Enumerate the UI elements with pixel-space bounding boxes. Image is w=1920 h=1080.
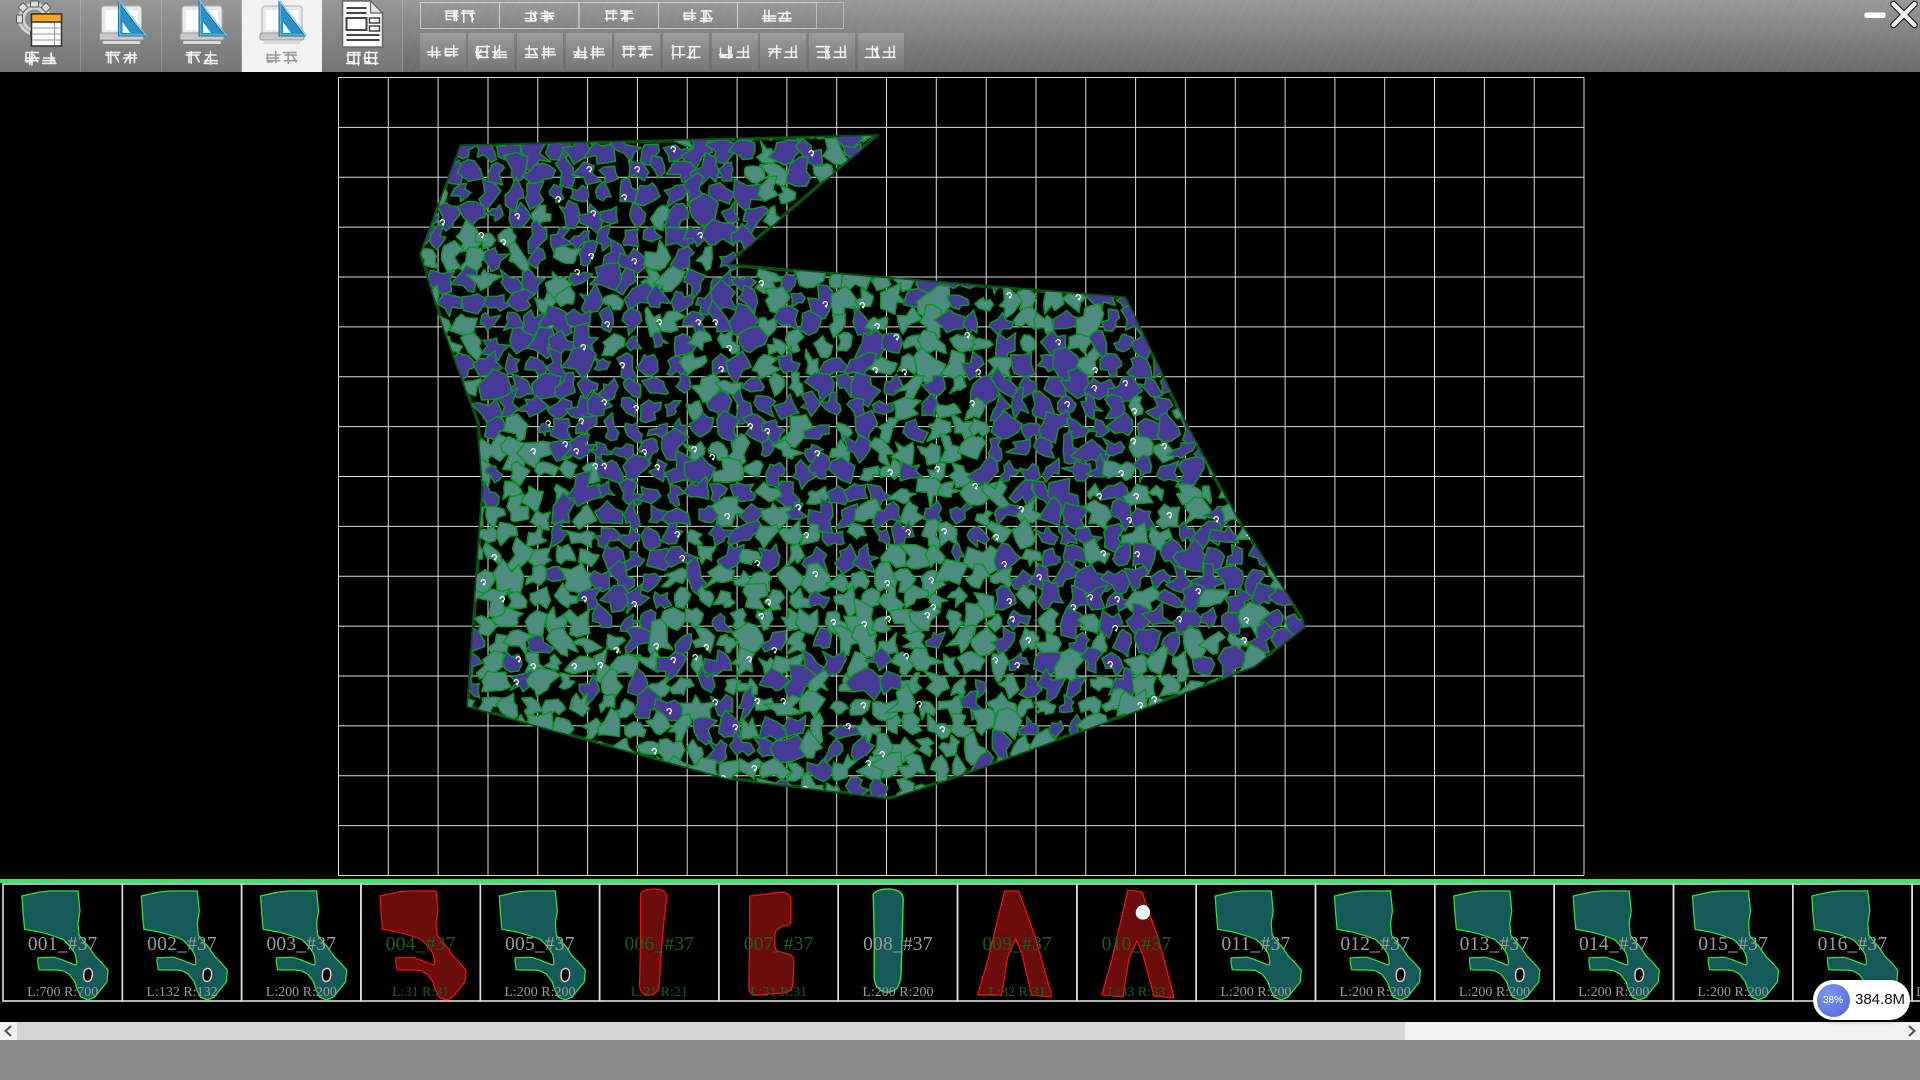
svg-text:013_#37: 013_#37 [1460,934,1530,955]
svg-text:L:200 R:200: L:200 R:200 [1220,985,1291,1000]
svg-text:015_#37: 015_#37 [1698,934,1768,955]
svg-text:010_#37: 010_#37 [1102,934,1172,955]
svg-text:L:200 R:200: L:200 R:200 [1578,985,1649,1000]
svg-text:004_#37: 004_#37 [386,934,456,955]
svg-text:016_#37: 016_#37 [1818,934,1888,955]
svg-text:L:21 R:21: L:21 R:21 [631,985,688,1000]
svg-text:L:200 R:200: L:200 R:200 [862,985,933,1000]
svg-text:L:200 R:200: L:200 R:200 [1698,985,1769,1000]
svg-text:L:31 R:31: L:31 R:31 [392,985,449,1000]
svg-text:012_#37: 012_#37 [1340,934,1410,955]
svg-text:005_#37: 005_#37 [505,934,575,955]
svg-text:008_#37: 008_#37 [863,934,933,955]
svg-text:L:32 R:31: L:32 R:31 [989,985,1046,1000]
svg-text:L:200 R:200: L:200 R:200 [504,985,575,1000]
svg-text:014_#37: 014_#37 [1579,934,1649,955]
svg-text:L:200 R:200: L:200 R:200 [1340,985,1411,1000]
svg-text:L:33 R:33: L:33 R:33 [1108,985,1165,1000]
svg-text:L:200 R:200: L:200 R:200 [1459,985,1530,1000]
svg-text:L: L [1916,985,1920,1000]
svg-text:L:700 R:700: L:700 R:700 [27,985,98,1000]
svg-text:003_#37: 003_#37 [266,934,336,955]
svg-text:002_#37: 002_#37 [147,934,217,955]
svg-text:011_#37: 011_#37 [1221,934,1290,955]
svg-text:L:132 R:132: L:132 R:132 [146,985,217,1000]
svg-text:001_#37: 001_#37 [28,934,98,955]
svg-text:007_#37: 007_#37 [744,934,814,955]
svg-text:009_#37: 009_#37 [982,934,1052,955]
svg-text:006_#37: 006_#37 [624,934,694,955]
svg-text:L:200 R:200: L:200 R:200 [266,985,337,1000]
svg-text:L:31 R:31: L:31 R:31 [750,985,807,1000]
